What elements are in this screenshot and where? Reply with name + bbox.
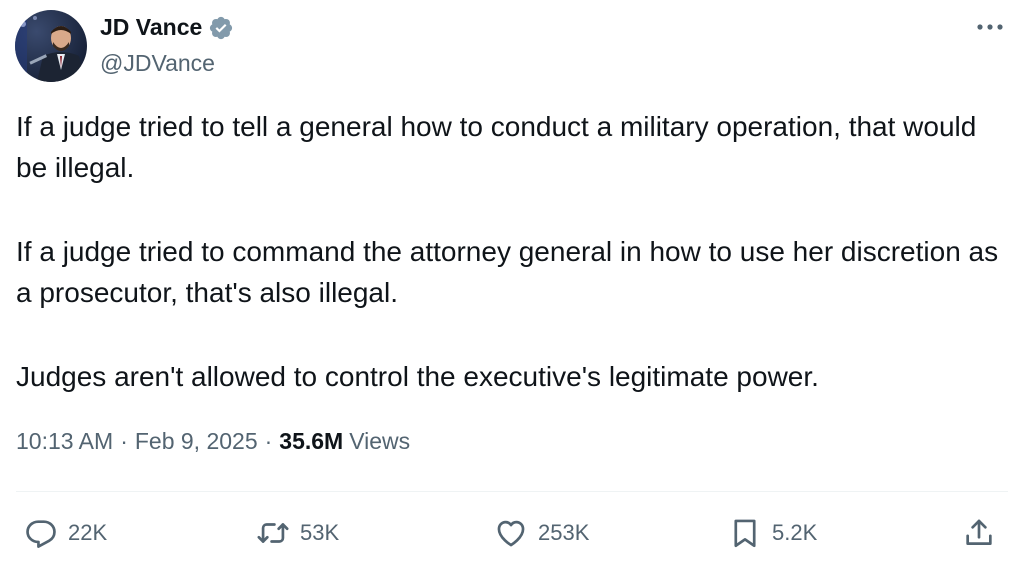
tweet-meta: 10:13 AM · Feb 9, 2025 · 35.6M Views (16, 428, 410, 455)
more-options-button[interactable] (972, 12, 1008, 42)
views-label[interactable]: Views (349, 428, 410, 455)
like-button[interactable]: 253K (494, 510, 589, 556)
tweet-date[interactable]: Feb 9, 2025 (135, 428, 258, 455)
avatar-image (15, 10, 87, 82)
repost-count: 53K (300, 520, 340, 545)
action-bar: 22K 53K 253K 5.2K (0, 510, 1015, 556)
bookmark-button[interactable]: 5.2K (728, 510, 817, 556)
like-count: 253K (538, 520, 590, 545)
tweet-text: If a judge tried to tell a general how t… (16, 106, 1006, 397)
tweet-time[interactable]: 10:13 AM (16, 428, 113, 455)
share-button[interactable] (962, 510, 996, 556)
verified-badge-icon (208, 15, 234, 41)
repost-icon (257, 523, 289, 543)
heart-icon (497, 520, 525, 547)
share-icon (966, 519, 992, 545)
repost-button[interactable]: 53K (256, 510, 339, 556)
bookmark-count: 5.2K (772, 520, 818, 545)
author-handle[interactable]: @JDVance (100, 50, 215, 77)
avatar[interactable] (15, 10, 87, 82)
more-horizontal-icon (977, 24, 1003, 30)
reply-count: 22K (68, 520, 108, 545)
meta-separator: · (264, 428, 273, 454)
bookmark-icon (734, 519, 756, 548)
reply-button[interactable]: 22K (24, 510, 107, 556)
meta-separator: · (120, 428, 128, 454)
tweet-paragraph: If a judge tried to command the attorney… (16, 236, 999, 308)
views-count[interactable]: 35.6M (279, 428, 343, 455)
tweet-paragraph: If a judge tried to tell a general how t… (16, 111, 977, 183)
tweet-paragraph: Judges aren't allowed to control the exe… (16, 361, 819, 392)
author-name-row[interactable]: JD Vance (100, 14, 234, 41)
reply-icon (26, 520, 56, 548)
author-name[interactable]: JD Vance (100, 14, 202, 41)
divider (16, 491, 1008, 492)
